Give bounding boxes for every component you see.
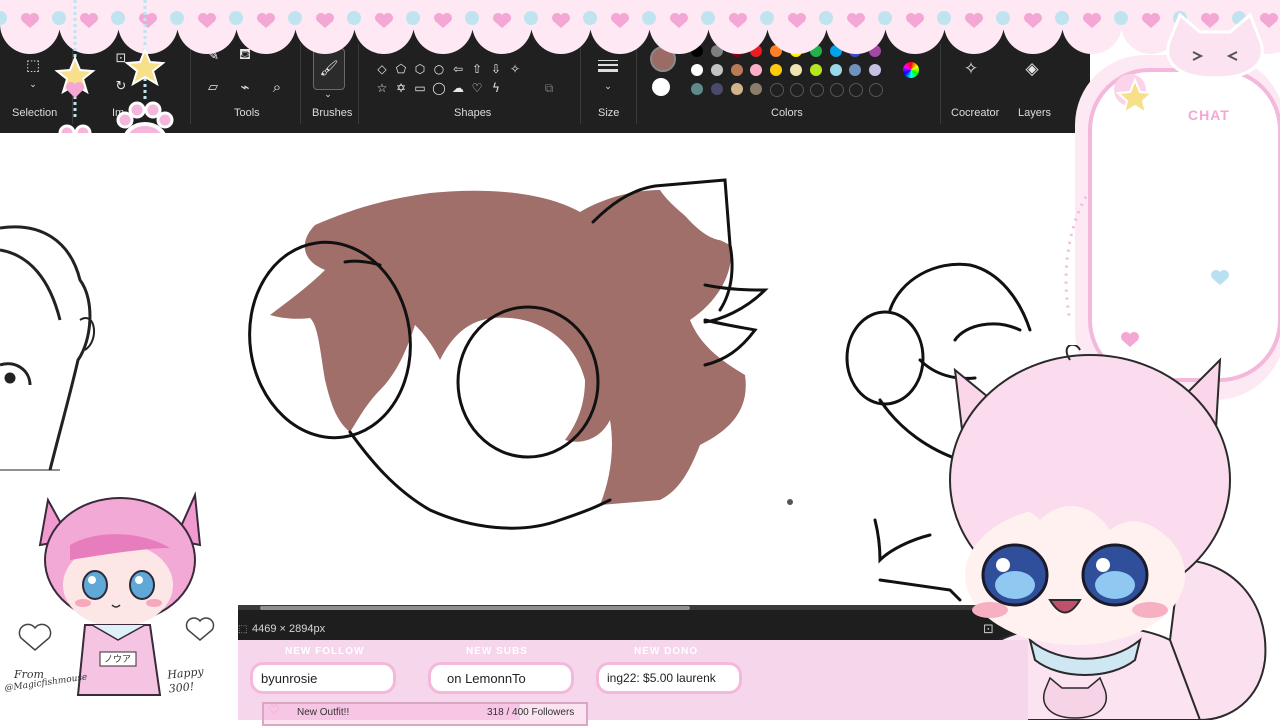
outline-icon[interactable]: ⧉ [541, 81, 557, 96]
palette-swatch[interactable] [750, 83, 763, 95]
edit-colors-icon[interactable] [903, 62, 919, 78]
goal-value: 318 / 400 Followers [487, 707, 575, 718]
palette-swatch[interactable] [809, 64, 822, 76]
octagon-shape-icon[interactable]: ○ [431, 62, 447, 76]
follow-alert-pill: byunrosie [250, 662, 396, 694]
star6-shape-icon[interactable]: ✡ [393, 81, 409, 95]
diamond-shape-icon[interactable]: ◇ [374, 62, 390, 76]
palette-swatch[interactable] [809, 83, 824, 97]
chevron-down-icon[interactable]: ⌄ [315, 82, 341, 108]
chat-panel-frame [1064, 12, 1280, 400]
arrow-up-shape-icon[interactable]: ⇧ [469, 62, 485, 76]
palette-swatch[interactable] [790, 83, 804, 97]
palette-swatch[interactable] [691, 83, 703, 95]
cloud-shape-icon[interactable]: ☁ [450, 81, 466, 95]
tools-group-label: Tools [234, 107, 260, 119]
goal-label: New Outfit!! [297, 707, 350, 718]
palette-swatch[interactable] [829, 64, 842, 76]
size-lines-icon[interactable] [598, 60, 618, 74]
chevron-down-icon[interactable]: ⌄ [595, 74, 621, 100]
follow-alert-text: byunrosie [261, 670, 318, 686]
palette-swatch[interactable] [730, 83, 743, 95]
hexagon-shape-icon[interactable]: ⬡ [412, 62, 428, 76]
colors-group-label: Colors [771, 107, 803, 119]
brushes-group-label: Brushes [312, 107, 353, 119]
shapes-group-label: Shapes [454, 107, 492, 119]
magnifier-icon[interactable]: ⌕ [264, 74, 290, 100]
cocreator-group-label: Cocreator [951, 107, 1000, 119]
star4-shape-icon[interactable]: ✧ [507, 62, 523, 76]
palette-swatch[interactable] [849, 64, 862, 76]
canvas-dimensions: 4469 × 2894px [252, 623, 326, 635]
star5-shape-icon[interactable]: ☆ [374, 81, 390, 95]
cursor-dot [787, 499, 793, 505]
heart-icon: ♡ [268, 703, 280, 718]
dono-alert-pill: ing22: $5.00 laurenk [596, 662, 742, 694]
callout-rect-shape-icon[interactable]: ▭ [412, 81, 428, 95]
palette-swatch[interactable] [710, 64, 723, 76]
greeting-text: Happy 300! [166, 664, 205, 696]
palette-swatch[interactable] [770, 83, 785, 97]
dono-alert-text: ing22: $5.00 laurenk [607, 671, 716, 685]
size-group-label: Size [598, 107, 620, 119]
subs-alert-title: NEW SUBS [466, 646, 528, 657]
palette-swatch[interactable] [869, 83, 884, 97]
subs-alert-text: on LemonnTo [447, 670, 526, 686]
palette-swatch[interactable] [750, 64, 763, 76]
palette-swatch[interactable] [869, 64, 882, 76]
arrow-left-shape-icon[interactable]: ⇦ [450, 62, 466, 76]
palette-swatch[interactable] [730, 64, 743, 76]
follow-alert-title: NEW FOLLOW [285, 646, 365, 657]
color-picker-icon[interactable]: ⌁ [232, 74, 258, 100]
heart-shape-icon[interactable]: ♡ [469, 81, 485, 95]
pentagon-shape-icon[interactable]: ⬠ [393, 62, 409, 76]
palette-swatch[interactable] [710, 83, 723, 95]
callout-oval-shape-icon[interactable]: ◯ [431, 81, 447, 95]
secondary-color-swatch[interactable] [652, 78, 670, 96]
palette-swatch[interactable] [849, 83, 864, 97]
dono-alert-title: NEW DONO [634, 646, 699, 657]
arrow-down-shape-icon[interactable]: ⇩ [488, 62, 504, 76]
palette-swatch[interactable] [829, 83, 844, 97]
subs-alert-pill: on LemonnTo [428, 662, 574, 694]
palette-swatch[interactable] [770, 64, 783, 76]
palette-swatch[interactable] [691, 64, 703, 76]
eraser-icon[interactable]: ▱ [200, 74, 226, 100]
lightning-shape-icon[interactable]: ϟ [488, 81, 504, 95]
sticker-shirt-text: ノウア [104, 655, 132, 665]
palette-swatch[interactable] [790, 64, 802, 76]
chat-label: CHAT [1188, 107, 1230, 123]
canvas-size-icon: ⬚ [238, 624, 248, 635]
